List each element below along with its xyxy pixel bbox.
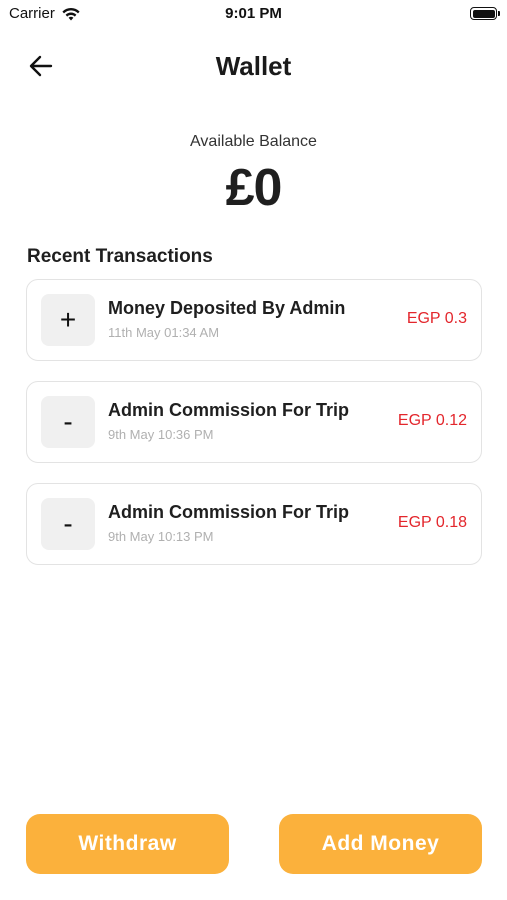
transaction-date: 11th May 01:34 AM [108,325,220,340]
header: Wallet [0,40,507,92]
wallet-screen: Carrier 9:01 PM Wallet Available Balance… [0,0,507,900]
transaction-item[interactable]: + Money Deposited By Admin 11th May 01:3… [26,279,482,361]
transaction-date: 9th May 10:13 PM [108,529,214,544]
battery-icon [470,7,500,20]
minus-icon: - [41,498,95,550]
transaction-amount: EGP 0.3 [406,310,467,327]
page-title: Wallet [215,51,292,81]
status-time: 9:01 PM [225,5,282,22]
transaction-list: + Money Deposited By Admin 11th May 01:3… [26,279,482,585]
transaction-title: Admin Commission For Trip [108,502,350,522]
plus-icon: + [41,294,95,346]
transaction-date: 9th May 10:36 PM [108,427,214,442]
transaction-title: Admin Commission For Trip [108,400,350,420]
balance-value: £0 [225,159,283,217]
status-bar: Carrier 9:01 PM [0,0,507,30]
transaction-title: Money Deposited By Admin [108,298,346,318]
transaction-item[interactable]: - Admin Commission For Trip 9th May 10:1… [26,483,482,565]
transaction-item[interactable]: - Admin Commission For Trip 9th May 10:3… [26,381,482,463]
add-money-button[interactable]: Add Money [279,814,482,874]
balance-label: Available Balance [190,133,317,150]
recent-transactions-title: Recent Transactions [27,246,213,267]
transaction-amount: EGP 0.18 [397,514,467,531]
minus-icon: - [41,396,95,448]
transaction-amount: EGP 0.12 [397,412,467,429]
withdraw-button[interactable]: Withdraw [26,814,229,874]
